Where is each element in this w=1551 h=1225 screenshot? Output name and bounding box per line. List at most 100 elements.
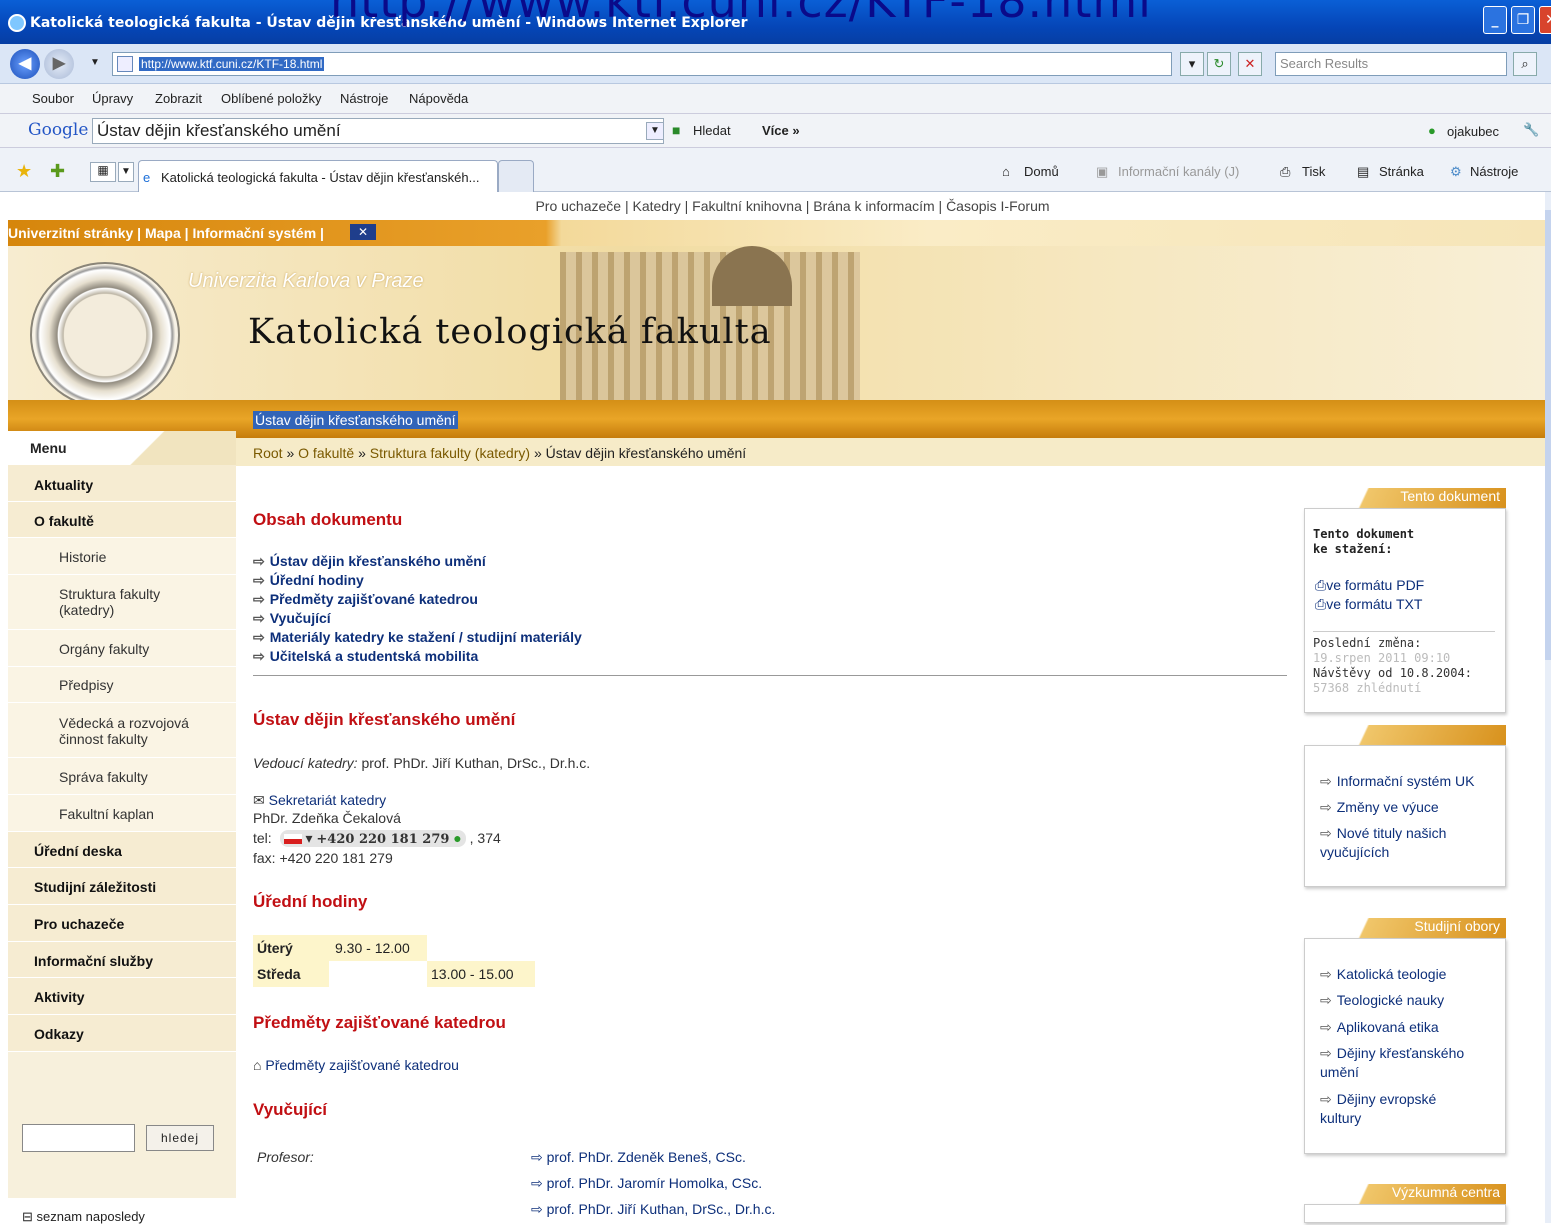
breadcrumb-about[interactable]: O fakultě (298, 445, 354, 461)
top-navigation[interactable]: Pro uchazeče | Katedry | Fakultní knihov… (0, 198, 1545, 220)
subjects-link[interactable]: ⌂ Předměty zajišťované katedrou (253, 1057, 459, 1073)
uk-flag-icon[interactable]: ✕ (350, 224, 376, 240)
obor-link[interactable]: ⇨ Dějiny křesťanského umění (1320, 1044, 1500, 1082)
maximize-button[interactable]: ❐ (1511, 6, 1535, 34)
phone-widget[interactable]: ▾ +420 220 181 279 ● (279, 830, 466, 847)
link-nove-tituly[interactable]: ⇨ Nové tituly našich vyučujících (1320, 824, 1500, 862)
sidebar-item-uredni-deska[interactable]: Úřední deska (8, 832, 236, 868)
sidebar-item-odkazy[interactable]: Odkazy (8, 1015, 236, 1052)
link-zmeny[interactable]: ⇨ Změny ve výuce (1320, 798, 1439, 817)
quick-tabs-icon[interactable]: ▦ (90, 162, 116, 182)
sidebar-item-aktivity[interactable]: Aktivity (8, 978, 236, 1015)
sidebar-item-historie[interactable]: Historie (8, 538, 236, 575)
sidebar-item-aktuality[interactable]: Aktuality (8, 465, 236, 502)
toc-link-1[interactable]: ⇨ Ústav dějin křesťanského umění (253, 553, 486, 570)
google-toolbar: Google Ústav dějin křesťanského umění ▼ … (0, 114, 1551, 148)
tools-menu-button[interactable]: Nástroje (1470, 164, 1518, 179)
search-icon[interactable]: ⌕ (1513, 52, 1537, 76)
sidebar-item-struktura[interactable]: Struktura fakulty (katedry) (8, 575, 236, 630)
favorites-star-icon[interactable]: ★ (16, 161, 32, 182)
sidebar-search-input[interactable] (22, 1124, 135, 1152)
tab-list-icon[interactable]: ▼ (118, 162, 134, 182)
divider (253, 675, 1287, 676)
sidebar-item-informacni[interactable]: Informační služby (8, 942, 236, 978)
obor-link[interactable]: ⇨ Aplikovaná etika (1320, 1018, 1439, 1037)
stop-icon[interactable]: ✕ (1238, 52, 1262, 76)
print-button[interactable]: Tisk (1302, 164, 1325, 179)
secretariat-link[interactable]: ✉ Sekretariát katedry (253, 792, 386, 809)
obor-link[interactable]: ⇨ Katolická teologie (1320, 965, 1446, 984)
scrollbar-thumb[interactable] (1545, 210, 1551, 660)
address-bar[interactable]: http://www.ktf.cuni.cz/KTF-18.html (112, 52, 1172, 76)
last-change-value: 19.srpen 2011 09:10 (1313, 651, 1451, 665)
university-name: Univerzita Karlova v Praze (188, 270, 424, 292)
faculty-name: Katolická teologická fakulta (248, 312, 772, 352)
google-search-input[interactable]: Ústav dějin křesťanského umění (92, 118, 664, 144)
sidebar-item-o-fakulte[interactable]: O fakultě (8, 502, 236, 538)
tab-new[interactable] (498, 160, 534, 192)
menu-favorites[interactable]: Oblíbené položky (221, 91, 321, 106)
page-menu-button[interactable]: Stránka (1379, 164, 1424, 179)
fax: fax: +420 220 181 279 (253, 850, 393, 866)
tab-current[interactable]: e Katolická teologická fakulta - Ústav d… (138, 160, 498, 192)
txt-link[interactable]: ⎙ve formátu TXT (1315, 596, 1422, 613)
obor-link[interactable]: ⇨ Teologické nauky (1320, 991, 1444, 1010)
feeds-button[interactable]: Informační kanály (J) (1118, 164, 1239, 179)
toc-link-3[interactable]: ⇨ Předměty zajišťované katedrou (253, 591, 478, 608)
arrow-icon: ⇨ (253, 591, 265, 607)
link-is-uk[interactable]: ⇨ Informační systém UK (1320, 772, 1474, 791)
breadcrumb: Root » O fakultě » Struktura fakulty (ka… (236, 438, 1545, 466)
professor-link[interactable]: ⇨ prof. PhDr. Zdeněk Beneš, CSc. (531, 1149, 746, 1166)
menu-edit[interactable]: Úpravy (92, 91, 133, 106)
recent-list[interactable]: ⊟ seznam naposledy (8, 1198, 236, 1224)
arrow-icon: ⇨ (1320, 773, 1332, 789)
menu-help[interactable]: Nápověda (409, 91, 468, 106)
obor-link[interactable]: ⇨ Dějiny evropské kultury (1320, 1090, 1480, 1128)
research-box-header: Výzkumná centra (1304, 1184, 1506, 1204)
menu-file[interactable]: Soubor (32, 91, 74, 106)
menu-tools[interactable]: Nástroje (340, 91, 388, 106)
breadcrumb-structure[interactable]: Struktura fakulty (katedry) (370, 445, 530, 461)
sidebar-item-sprava[interactable]: Správa fakulty (8, 758, 236, 795)
hours-row: Středa (253, 961, 329, 987)
sidebar-item-kaplan[interactable]: Fakultní kaplan (8, 795, 236, 832)
minimize-button[interactable]: _ (1483, 6, 1507, 34)
arrow-icon: ⇨ (1320, 1045, 1332, 1061)
university-links[interactable]: Univerzitní stránky | Mapa | Informační … (8, 225, 324, 241)
sidebar-item-vedecka[interactable]: Vědecká a rozvojová činnost fakulty (8, 703, 236, 758)
back-button[interactable]: ◀ (10, 49, 40, 79)
toc-link-2[interactable]: ⇨ Úřední hodiny (253, 572, 364, 589)
add-favorite-icon[interactable]: ✚ (50, 161, 65, 182)
search-button[interactable]: hledej (146, 1125, 214, 1151)
menu-header: Menu (8, 431, 236, 465)
search-input[interactable]: Search Results (1275, 52, 1507, 76)
google-dropdown-icon[interactable]: ▼ (646, 122, 664, 140)
refresh-icon[interactable]: ↻ (1207, 52, 1231, 76)
professor-link[interactable]: ⇨ prof. PhDr. Jiří Kuthan, DrSc., Dr.h.c… (531, 1201, 775, 1218)
breadcrumb-root[interactable]: Root (253, 445, 283, 461)
subjects-heading: Předměty zajišťované katedrou (253, 1013, 506, 1032)
hours-row: Úterý 9.30 - 12.00 (253, 935, 427, 961)
sidebar-item-studijni[interactable]: Studijní záležitosti (8, 868, 236, 905)
tools-gear-icon: ⚙ (1450, 164, 1462, 179)
forward-button[interactable]: ▶ (44, 49, 74, 79)
menu-view[interactable]: Zobrazit (155, 91, 202, 106)
pdf-link[interactable]: ⎙ve formátu PDF (1315, 577, 1424, 594)
sidebar-item-organy[interactable]: Orgány fakulty (8, 630, 236, 667)
sidebar-item-predpisy[interactable]: Předpisy (8, 667, 236, 703)
section-bar: Ústav dějin křesťanského umění (8, 400, 1545, 438)
google-user[interactable]: ojakubec (1447, 124, 1499, 139)
wrench-icon[interactable]: 🔧 (1523, 122, 1539, 138)
sidebar-item-uchazece[interactable]: Pro uchazeče (8, 905, 236, 942)
google-search-button[interactable]: Hledat (693, 123, 731, 138)
history-dropdown-icon[interactable]: ▼ (90, 57, 100, 68)
toc-link-6[interactable]: ⇨ Učitelská a studentská mobilita (253, 648, 478, 665)
professor-link[interactable]: ⇨ prof. PhDr. Jaromír Homolka, CSc. (531, 1175, 762, 1192)
home-button[interactable]: Domů (1024, 164, 1059, 179)
arrow-icon: ⇨ (531, 1175, 543, 1191)
address-dropdown-icon[interactable]: ▾ (1180, 52, 1204, 76)
toc-link-4[interactable]: ⇨ Vyučující (253, 610, 331, 627)
toc-link-5[interactable]: ⇨ Materiály katedry ke stažení / studijní… (253, 629, 582, 646)
close-button[interactable]: ✕ (1539, 6, 1551, 34)
google-more-button[interactable]: Více » (762, 123, 800, 138)
